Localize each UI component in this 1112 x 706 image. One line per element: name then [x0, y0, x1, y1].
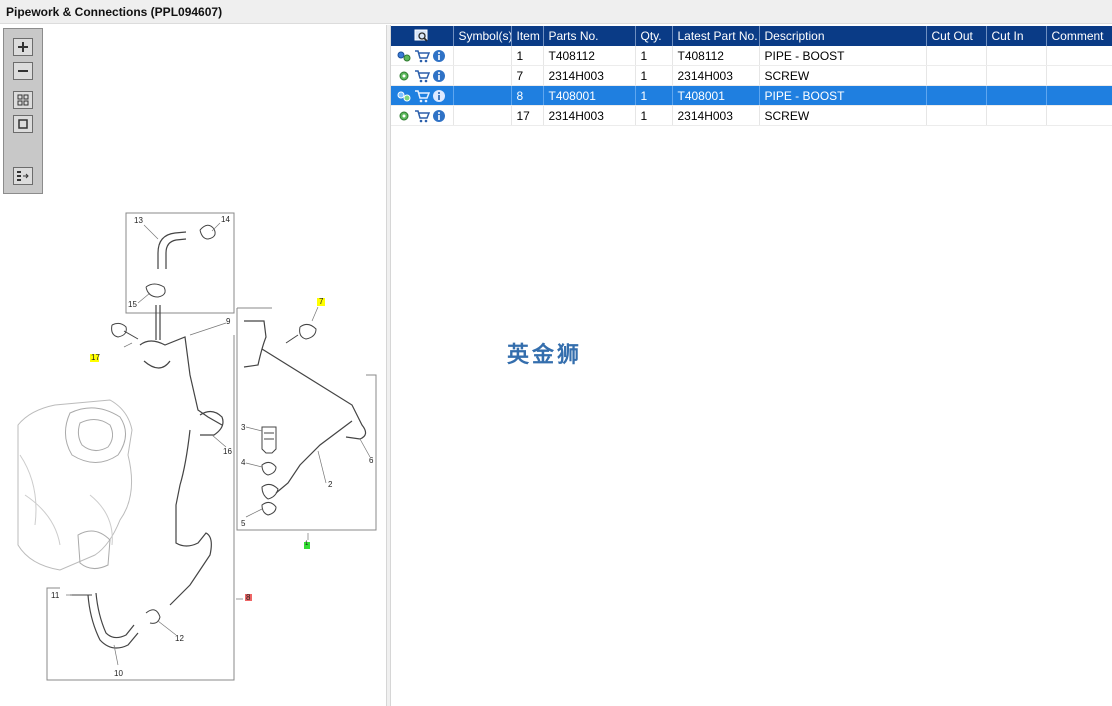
column-header-cut-in[interactable]: Cut In: [986, 26, 1047, 46]
column-header-comment[interactable]: Comment: [1046, 26, 1112, 46]
column-header-symbols[interactable]: Symbol(s): [453, 26, 512, 46]
cell-qty: 1: [635, 85, 673, 106]
callout-5[interactable]: 5: [241, 519, 245, 528]
cell-comment: [1046, 46, 1112, 66]
gear-icon[interactable]: [396, 69, 412, 83]
callout-7[interactable]: 7: [319, 297, 323, 306]
cell-cut-in: [986, 65, 1047, 86]
callout-9[interactable]: 9: [226, 317, 230, 326]
row-actions: [391, 105, 454, 126]
callout-8[interactable]: 8: [246, 593, 250, 602]
cell-description: SCREW: [759, 65, 927, 86]
cell-description: SCREW: [759, 105, 927, 126]
cell-comment: [1046, 105, 1112, 126]
cell-cut-in: [986, 85, 1047, 106]
cell-parts-no: 2314H003: [543, 65, 636, 86]
cell-cut-in: [986, 46, 1047, 66]
cell-cut-out: [926, 105, 987, 126]
column-header-parts-no[interactable]: Parts No.: [543, 26, 636, 46]
cell-symbols: [453, 105, 512, 126]
cell-item: 17: [511, 105, 544, 126]
row-actions: [391, 65, 454, 86]
diagram-pane[interactable]: 13 14 15 9 17 7 3 4 5 6 2 16 11 12 10 8 …: [0, 25, 386, 706]
callout-15[interactable]: 15: [128, 300, 137, 309]
callout-17[interactable]: 17: [91, 353, 100, 362]
info-icon[interactable]: [432, 109, 446, 123]
gears-icon[interactable]: [396, 49, 412, 63]
column-header-actions[interactable]: [391, 26, 454, 46]
magnifier-icon: [414, 29, 428, 42]
gears-icon[interactable]: [396, 89, 412, 103]
cell-symbols: [453, 65, 512, 86]
callout-12[interactable]: 12: [175, 634, 184, 643]
callout-13[interactable]: 13: [134, 216, 143, 225]
cell-comment: [1046, 85, 1112, 106]
cell-symbols: [453, 46, 512, 66]
window-title-bar: Pipework & Connections (PPL094607): [0, 0, 1112, 24]
cell-qty: 1: [635, 105, 673, 126]
row-actions: [391, 85, 454, 106]
callout-16[interactable]: 16: [223, 447, 232, 456]
callout-4[interactable]: 4: [241, 458, 245, 467]
info-icon[interactable]: [432, 69, 446, 83]
callout-14[interactable]: 14: [221, 215, 230, 224]
callout-1[interactable]: 1: [305, 541, 308, 547]
parts-diagram[interactable]: [0, 25, 386, 706]
cell-item: 7: [511, 65, 544, 86]
callout-3[interactable]: 3: [241, 423, 245, 432]
cell-description: PIPE - BOOST: [759, 85, 927, 106]
column-header-cut-out[interactable]: Cut Out: [926, 26, 987, 46]
cell-latest-part-no: T408112: [672, 46, 760, 66]
cell-parts-no: T408001: [543, 85, 636, 106]
parts-table: Symbol(s) Item Parts No. Qty. Latest Par…: [391, 26, 1112, 126]
cell-latest-part-no: 2314H003: [672, 65, 760, 86]
column-header-description[interactable]: Description: [759, 26, 927, 46]
table-row-selected[interactable]: 8 T408001 1 T408001 PIPE - BOOST: [391, 85, 1112, 106]
callout-11[interactable]: 11: [51, 591, 59, 600]
parts-list-pane: Symbol(s) Item Parts No. Qty. Latest Par…: [391, 25, 1112, 706]
table-header-row: Symbol(s) Item Parts No. Qty. Latest Par…: [391, 26, 1112, 46]
cell-cut-out: [926, 85, 987, 106]
column-header-qty[interactable]: Qty.: [635, 26, 673, 46]
row-actions: [391, 46, 454, 66]
cell-symbols: [453, 85, 512, 106]
cell-qty: 1: [635, 65, 673, 86]
cart-icon[interactable]: [414, 109, 430, 123]
column-header-latest-part-no[interactable]: Latest Part No.: [672, 26, 760, 46]
callout-2[interactable]: 2: [328, 480, 332, 489]
column-header-item[interactable]: Item: [511, 26, 544, 46]
callout-10[interactable]: 10: [114, 669, 123, 678]
cell-parts-no: 2314H003: [543, 105, 636, 126]
cart-icon[interactable]: [414, 89, 430, 103]
cell-latest-part-no: 2314H003: [672, 105, 760, 126]
watermark-text: 英金狮: [507, 343, 583, 368]
cart-icon[interactable]: [414, 49, 430, 63]
cell-item: 1: [511, 46, 544, 66]
gear-icon[interactable]: [396, 109, 412, 123]
cart-icon[interactable]: [414, 69, 430, 83]
table-row[interactable]: 7 2314H003 1 2314H003 SCREW: [391, 65, 1112, 86]
cell-cut-in: [986, 105, 1047, 126]
callout-6[interactable]: 6: [369, 456, 373, 465]
window-title: Pipework & Connections (PPL094607): [6, 5, 223, 19]
info-icon[interactable]: [432, 89, 446, 103]
cell-latest-part-no: T408001: [672, 85, 760, 106]
cell-comment: [1046, 65, 1112, 86]
cell-item: 8: [511, 85, 544, 106]
cell-cut-out: [926, 46, 987, 66]
cell-cut-out: [926, 65, 987, 86]
cell-description: PIPE - BOOST: [759, 46, 927, 66]
table-row[interactable]: 1 T408112 1 T408112 PIPE - BOOST: [391, 46, 1112, 66]
table-row[interactable]: 17 2314H003 1 2314H003 SCREW: [391, 105, 1112, 126]
info-icon[interactable]: [432, 49, 446, 63]
cell-qty: 1: [635, 46, 673, 66]
cell-parts-no: T408112: [543, 46, 636, 66]
